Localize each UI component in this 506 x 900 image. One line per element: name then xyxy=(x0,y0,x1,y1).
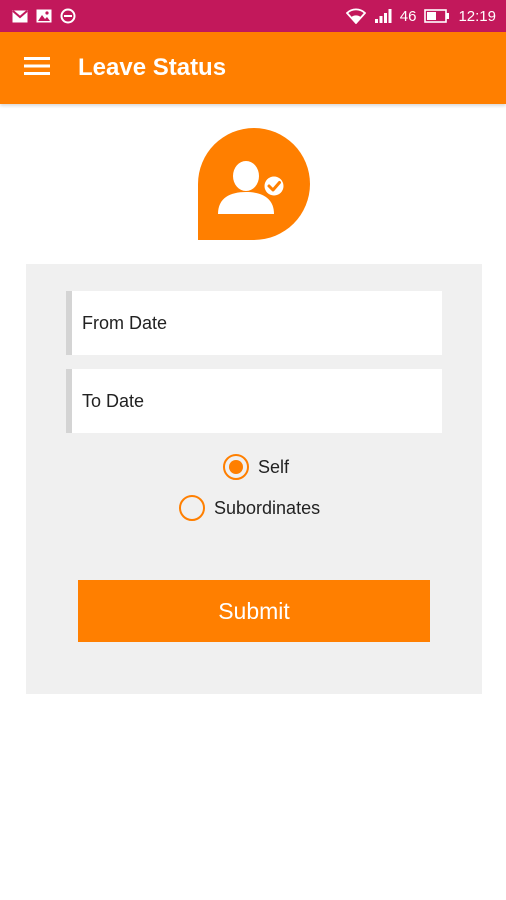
radio-subordinates-circle-icon[interactable] xyxy=(179,495,205,521)
to-date-field[interactable]: To Date xyxy=(66,369,442,433)
clock: 12:19 xyxy=(458,7,496,25)
wifi-icon xyxy=(345,8,366,24)
signal-icon xyxy=(374,8,392,24)
radio-self-label: Self xyxy=(258,456,290,477)
blocked-icon xyxy=(60,8,76,24)
to-date-placeholder: To Date xyxy=(82,390,145,411)
leave-form-card: From Date To Date Self Subordinates Subm… xyxy=(26,264,482,694)
menu-button[interactable] xyxy=(0,32,74,104)
status-left-icons xyxy=(12,8,76,24)
radio-self[interactable]: Self xyxy=(223,454,289,480)
page-title: Leave Status xyxy=(78,54,227,81)
submit-button[interactable]: Submit xyxy=(78,580,430,642)
network-type: 46 xyxy=(399,7,417,25)
status-bar: 46 12:19 xyxy=(0,0,506,32)
gallery-icon xyxy=(36,9,52,23)
radio-subordinates[interactable]: Subordinates xyxy=(179,495,320,521)
hamburger-icon xyxy=(24,56,50,81)
from-date-field[interactable]: From Date xyxy=(66,291,442,355)
battery-icon xyxy=(424,9,450,23)
app-bar: Leave Status xyxy=(0,32,506,104)
from-date-placeholder: From Date xyxy=(82,312,168,333)
gmail-icon xyxy=(12,9,28,23)
leave-status-logo-icon xyxy=(198,128,310,240)
radio-self-circle-icon[interactable] xyxy=(223,454,249,480)
radio-subordinates-label: Subordinates xyxy=(214,497,321,518)
status-right-icons: 46 12:19 xyxy=(345,7,496,25)
